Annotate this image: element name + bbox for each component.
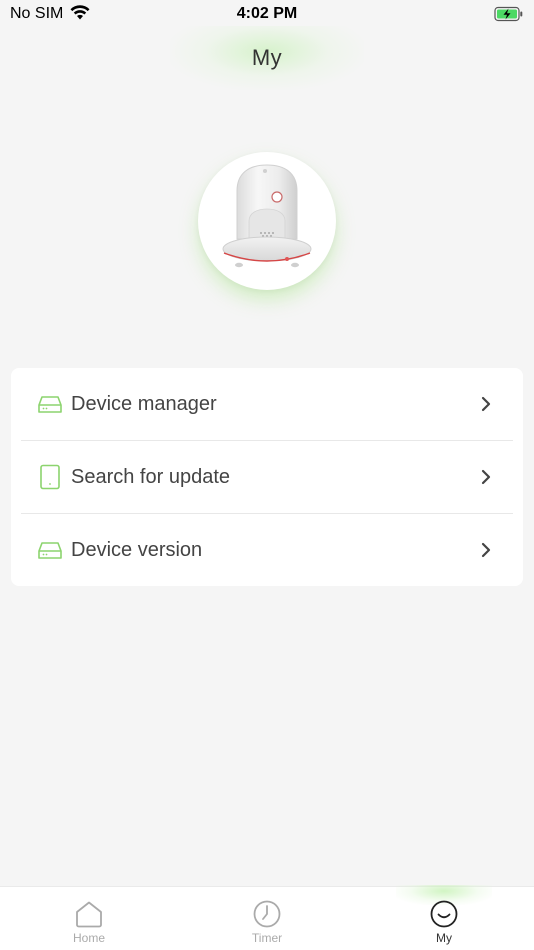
status-bar: No SIM 4:02 PM (0, 0, 534, 28)
menu-item-search-for-update[interactable]: Search for update (21, 441, 513, 513)
smile-icon (429, 899, 459, 929)
tab-label: My (436, 931, 452, 945)
hard-drive-icon (37, 391, 63, 417)
carrier-label: No SIM (10, 5, 64, 22)
menu-item-device-manager[interactable]: Device manager (21, 368, 513, 440)
menu-item-device-version[interactable]: Device version (21, 514, 513, 586)
tablet-icon (37, 464, 63, 490)
settings-menu-card: Device manager Search for update Device … (11, 368, 523, 586)
device-avatar[interactable] (198, 152, 336, 290)
header: My (0, 26, 534, 96)
tab-label: Timer (251, 931, 283, 945)
air-fryer-image (222, 164, 312, 268)
wifi-icon (69, 4, 91, 25)
battery-charging-icon (494, 6, 524, 22)
hard-drive-icon (37, 537, 63, 563)
tab-bar: Home Timer My (0, 885, 534, 950)
menu-item-label: Device version (71, 538, 203, 561)
chevron-right-icon (479, 395, 493, 413)
page-title: My (251, 45, 283, 70)
home-icon (74, 899, 104, 929)
menu-item-label: Search for update (71, 465, 230, 488)
tab-timer[interactable]: Timer (207, 887, 327, 950)
status-left: No SIM (10, 4, 91, 25)
clock-icon (252, 899, 282, 929)
tab-label: Home (72, 931, 105, 945)
chevron-right-icon (479, 468, 493, 486)
tab-home[interactable]: Home (29, 887, 149, 950)
tab-my[interactable]: My (384, 887, 504, 950)
menu-item-label: Device manager (71, 392, 217, 415)
chevron-right-icon (479, 541, 493, 559)
